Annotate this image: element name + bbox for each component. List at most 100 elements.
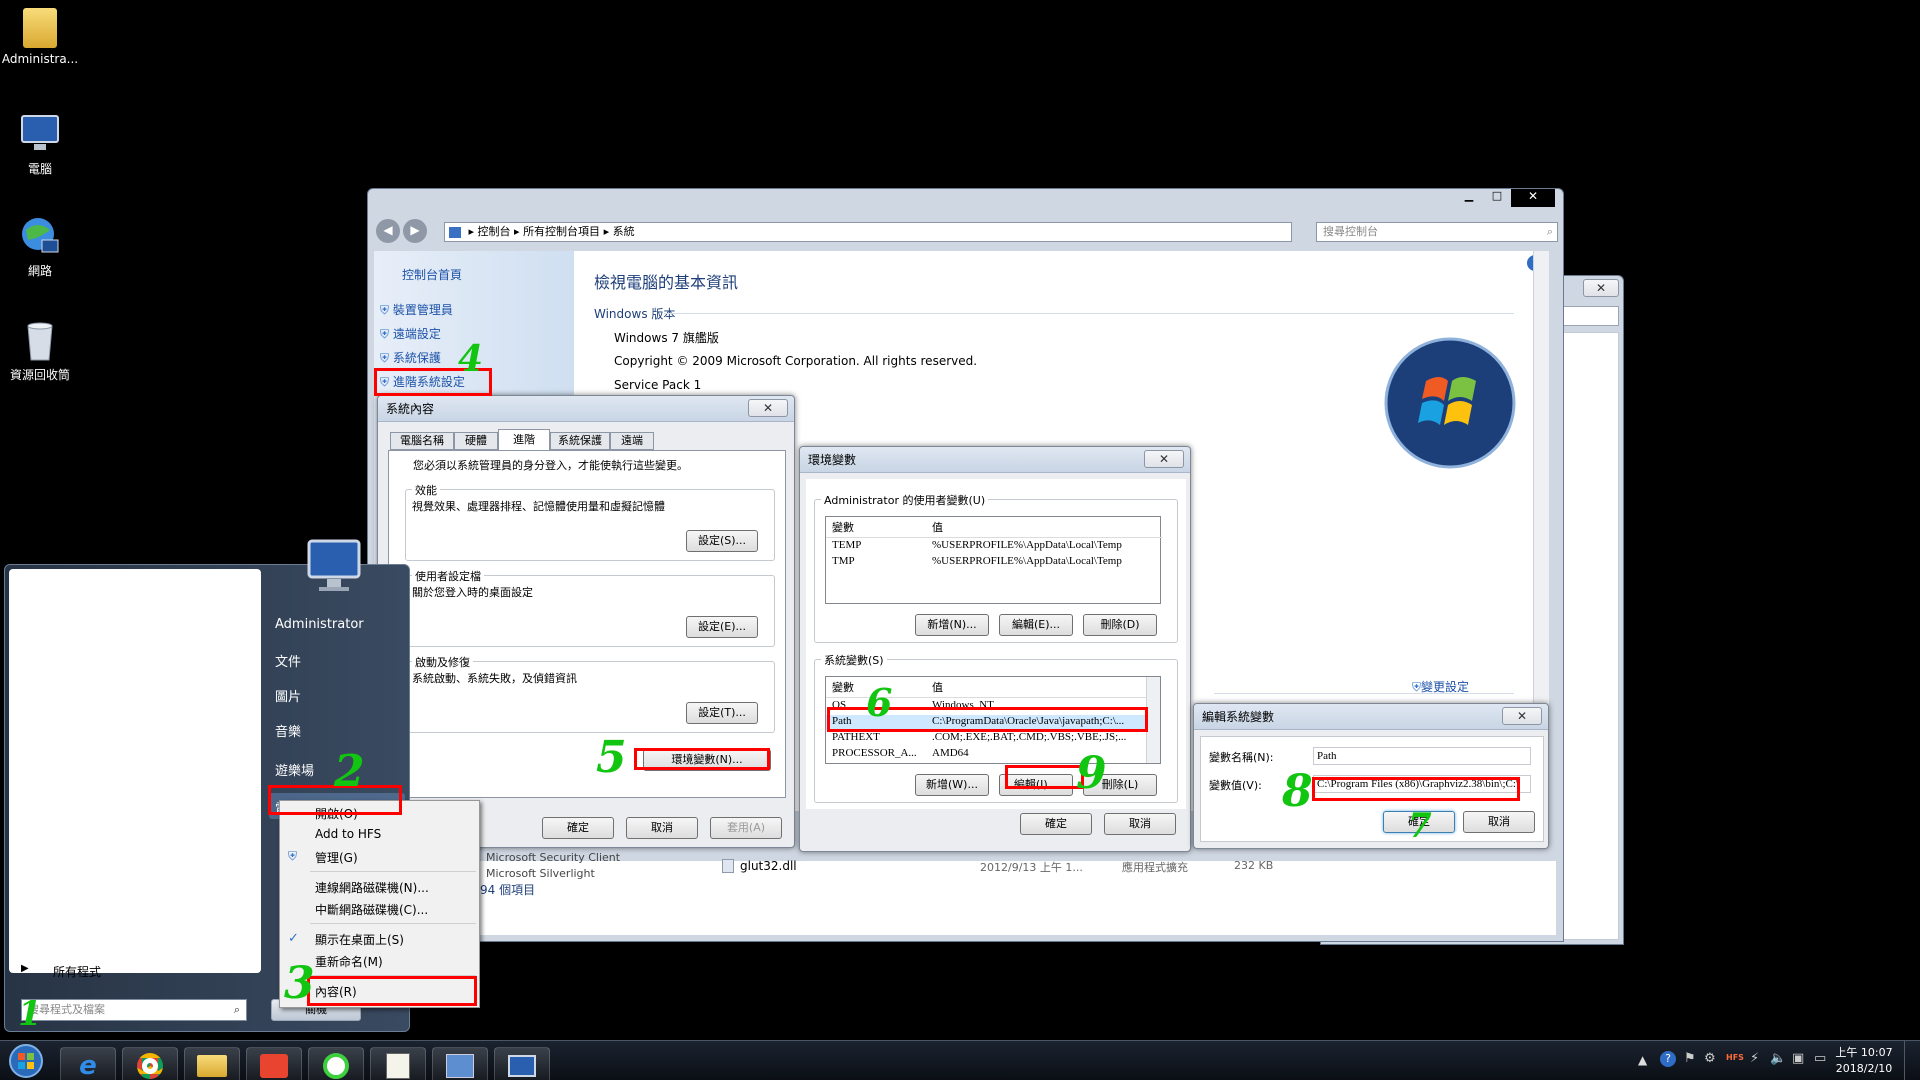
user-var-name[interactable]: TMP — [832, 555, 855, 567]
list-item[interactable]: Microsoft Security Client — [486, 851, 620, 864]
tab-computer-name[interactable]: 電腦名稱 — [390, 432, 454, 450]
desktop-icon-computer[interactable]: 電腦 — [0, 112, 80, 177]
cancel-button[interactable]: 取消 — [1463, 811, 1535, 833]
taskbar-chrome[interactable] — [122, 1047, 178, 1080]
column-header-value[interactable]: 值 — [932, 679, 943, 695]
user-edit-button[interactable]: 編輯(E)... — [999, 614, 1073, 636]
sys-var-name[interactable]: PATHEXT — [832, 731, 880, 743]
sys-var-value[interactable]: .COM;.EXE;.BAT;.CMD;.VBS;.VBE;.JS;... — [932, 731, 1126, 743]
nav-item-remote-settings[interactable]: ⛨ 遠端設定 — [380, 325, 441, 342]
menu-item-disconnect-drive[interactable]: 中斷網路磁碟機(C)... — [315, 901, 428, 918]
minimize-icon[interactable]: ▁ — [1455, 189, 1483, 207]
column-header-value[interactable]: 值 — [932, 519, 943, 535]
menu-item-add-to-hfs[interactable]: Add to HFS — [315, 827, 381, 841]
sys-var-value[interactable]: AMD64 — [932, 747, 969, 759]
taskbar-app-red[interactable] — [246, 1047, 302, 1080]
tray-volume-icon[interactable]: 🔈 — [1770, 1051, 1786, 1066]
desktop-icon-recycle-bin[interactable]: 資源回收筒 — [0, 318, 80, 383]
performance-settings-button[interactable]: 設定(S)... — [686, 530, 758, 552]
tab-remote[interactable]: 遠端 — [610, 432, 654, 450]
nav-home-link[interactable]: 控制台首頁 — [402, 266, 462, 283]
taskbar-system[interactable] — [494, 1047, 550, 1080]
taskbar-app-chart[interactable] — [370, 1047, 426, 1080]
tray-power-icon[interactable]: ⚡ — [1750, 1051, 1759, 1066]
tab-advanced[interactable]: 進階 — [498, 429, 550, 451]
show-desktop-button[interactable] — [1904, 1041, 1920, 1080]
user-var-value[interactable]: %USERPROFILE%\AppData\Local\Temp — [932, 555, 1122, 567]
ok-button[interactable]: 確定 — [1020, 813, 1092, 835]
list-item[interactable]: Microsoft Silverlight — [486, 867, 595, 880]
tray-hfs-label[interactable]: HFS — [1726, 1053, 1744, 1062]
user-var-value[interactable]: %USERPROFILE%\AppData\Local\Temp — [932, 539, 1122, 551]
sys-var-name[interactable]: PROCESSOR_A... — [832, 747, 917, 759]
file-name[interactable]: glut32.dll — [740, 859, 797, 873]
taskbar-app-green[interactable] — [308, 1047, 364, 1080]
variable-name-field[interactable]: Path — [1313, 747, 1531, 765]
breadcrumb-item[interactable]: 系統 — [613, 225, 635, 238]
address-bar[interactable]: ▸ 控制台 ▸ 所有控制台項目 ▸ 系統 — [444, 222, 1292, 242]
item-count: 94 個項目 — [480, 883, 536, 897]
copyright-text: Copyright © 2009 Microsoft Corporation. … — [614, 354, 978, 368]
startup-recovery-group: 啟動及修復 系統啟動、系統失敗，及偵錯資訊 設定(T)... — [405, 654, 775, 733]
cancel-button[interactable]: 取消 — [1104, 813, 1176, 835]
user-name[interactable]: Administrator — [275, 617, 364, 632]
all-programs-link[interactable]: 所有程式 — [53, 963, 101, 980]
close-icon[interactable]: ✕ — [1583, 279, 1619, 297]
tray-arrow-icon[interactable]: ▲ — [1638, 1053, 1647, 1067]
search-input[interactable]: 搜尋控制台 ⌕ — [1316, 222, 1558, 242]
tray-network-icon[interactable]: ▣ — [1792, 1051, 1804, 1066]
ok-button[interactable]: 確定 — [542, 817, 614, 839]
desktop-icon-admin-folder[interactable]: Administra... — [0, 8, 80, 66]
close-icon[interactable]: ✕ — [748, 399, 788, 417]
tray-display-icon[interactable]: ▭ — [1814, 1051, 1826, 1066]
start-item-pictures[interactable]: 圖片 — [275, 686, 301, 705]
tray-settings-icon[interactable]: ⚙ — [1704, 1051, 1716, 1066]
tray-flag-icon[interactable]: ⚑ — [1684, 1051, 1696, 1066]
user-new-button[interactable]: 新增(N)... — [915, 614, 989, 636]
forward-button[interactable]: ▶ — [403, 219, 427, 243]
user-delete-button[interactable]: 刪除(D) — [1083, 614, 1157, 636]
clock[interactable]: 上午 10:07 2018/2/10 — [1832, 1045, 1896, 1077]
taskbar-control-panel[interactable] — [432, 1047, 488, 1080]
start-item-music[interactable]: 音樂 — [275, 721, 301, 740]
back-button[interactable]: ◀ — [376, 219, 400, 243]
maximize-icon[interactable]: □ — [1483, 189, 1511, 207]
desktop-icon-network[interactable]: 網路 — [0, 214, 80, 279]
startup-settings-button[interactable]: 設定(T)... — [686, 702, 758, 724]
user-variables-list[interactable]: 變數 值 TEMP %USERPROFILE%\AppData\Local\Te… — [825, 516, 1162, 604]
menu-item-map-drive[interactable]: 連線網路磁碟機(N)... — [315, 879, 429, 896]
tab-hardware[interactable]: 硬體 — [454, 432, 498, 450]
breadcrumb-item[interactable]: 控制台 — [478, 225, 511, 238]
start-item-documents[interactable]: 文件 — [275, 651, 301, 670]
file-date: 2012/9/13 上午 1... — [980, 861, 1083, 874]
tab-system-protection[interactable]: 系統保護 — [550, 432, 610, 450]
menu-item-rename[interactable]: 重新命名(M) — [315, 953, 383, 970]
programs-pane: ▶ 所有程式 — [9, 569, 261, 979]
column-header-variable[interactable]: 變數 — [832, 519, 854, 535]
shield-icon: ⛨ — [288, 849, 298, 863]
close-icon[interactable]: ✕ — [1511, 189, 1555, 207]
breadcrumb-item[interactable]: 所有控制台項目 — [523, 225, 600, 238]
change-settings-link[interactable]: ⛨變更設定 — [1412, 678, 1469, 695]
variable-name-label: 變數名稱(N): — [1209, 751, 1274, 764]
cancel-button[interactable]: 取消 — [626, 817, 698, 839]
close-icon[interactable]: ✕ — [1144, 450, 1184, 468]
menu-item-show-on-desktop[interactable]: 顯示在桌面上(S) — [315, 931, 404, 948]
start-orb-button[interactable] — [6, 1043, 46, 1079]
column-header-variable[interactable]: 變數 — [832, 679, 854, 695]
nav-item-system-protection[interactable]: ⛨ 系統保護 — [380, 349, 441, 366]
user-var-name[interactable]: TEMP — [832, 539, 861, 551]
apply-button[interactable]: 套用(A) — [710, 817, 782, 839]
list-scrollbar[interactable] — [1146, 677, 1160, 763]
system-new-button[interactable]: 新增(W)... — [915, 774, 989, 796]
close-icon[interactable]: ✕ — [1502, 707, 1542, 725]
menu-item-manage[interactable]: 管理(G) — [315, 849, 358, 866]
tray-help-icon[interactable]: ? — [1660, 1051, 1676, 1067]
annotation-step-3: 3 — [284, 958, 315, 1009]
taskbar-internet-explorer[interactable]: e — [60, 1047, 116, 1080]
nav-item-device-manager[interactable]: ⛨ 裝置管理員 — [380, 301, 453, 318]
start-search-input[interactable]: 搜尋程式及檔案 ⌕ — [21, 999, 247, 1021]
taskbar-file-explorer[interactable] — [184, 1047, 240, 1080]
profile-settings-button[interactable]: 設定(E)... — [686, 616, 758, 638]
start-item-games[interactable]: 遊樂場 — [275, 760, 314, 779]
